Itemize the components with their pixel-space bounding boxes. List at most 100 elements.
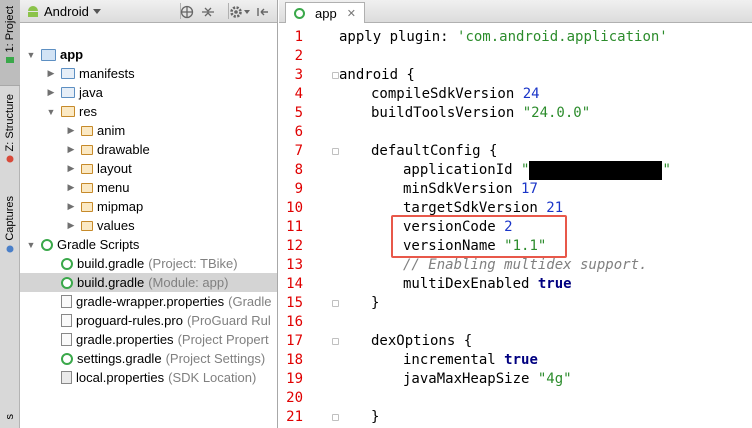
- tree-item[interactable]: gradle-wrapper.properties (Gradle: [20, 292, 277, 311]
- code-token: defaultConfig {: [371, 143, 498, 159]
- view-selector-dropdown[interactable]: Android: [26, 2, 101, 20]
- line-number: 15: [286, 295, 303, 311]
- folder-icon: [61, 87, 75, 98]
- captures-icon: [6, 245, 14, 253]
- bottom-tool-tab[interactable]: s: [0, 414, 20, 428]
- res-folder-icon: [81, 163, 93, 174]
- expand-arrow-icon[interactable]: ▼: [46, 107, 56, 117]
- tree-item[interactable]: ▼ app: [20, 45, 277, 64]
- code-line: }: [371, 408, 379, 427]
- res-folder-icon: [81, 144, 93, 155]
- editor-tab-label: app: [315, 5, 337, 21]
- tree-item[interactable]: ▶ mipmap: [20, 197, 277, 216]
- tree-item-label: manifests: [79, 66, 135, 81]
- tree-item-label: gradle.properties: [76, 332, 174, 347]
- line-number-gutter: 1 2 3 4 5 6 7 8 9 10 11 12 13 14 15 16 17 18 19 20 21: [279, 23, 339, 428]
- code-token: javaMaxHeapSize: [403, 371, 538, 387]
- tree-item[interactable]: ▶ values: [20, 216, 277, 235]
- gear-icon[interactable]: [229, 3, 251, 21]
- collapse-arrow-icon[interactable]: ▶: [66, 182, 76, 193]
- collapse-arrow-icon[interactable]: ▶: [66, 125, 76, 136]
- tree-item[interactable]: build.gradle (Project: TBike): [20, 254, 277, 273]
- gradle-icon: [294, 7, 305, 19]
- project-icon: [6, 57, 14, 64]
- code-string: ": [662, 162, 671, 178]
- code-token: }: [371, 295, 380, 311]
- hide-panel-icon[interactable]: [256, 3, 270, 21]
- line-number: 4: [294, 86, 303, 102]
- code-token: incremental: [403, 352, 505, 368]
- line-number: 8: [294, 162, 303, 178]
- highlight-annotation-box: [391, 215, 567, 258]
- tree-item[interactable]: ▼ Gradle Scripts: [20, 235, 277, 254]
- fold-marker-icon[interactable]: [332, 300, 339, 307]
- editor-tab-bar: app ✕: [279, 0, 752, 23]
- tree-item[interactable]: ▶ menu: [20, 178, 277, 197]
- collapse-arrow-icon[interactable]: ▶: [66, 201, 76, 212]
- tree-item[interactable]: ▶ layout: [20, 159, 277, 178]
- line-number: 13: [286, 257, 303, 273]
- collapse-arrow-icon[interactable]: ▶: [66, 163, 76, 174]
- chevron-down-icon: [92, 9, 101, 14]
- tree-item-label: gradle-wrapper.properties: [76, 294, 225, 309]
- project-tool-tab[interactable]: 1: Project: [0, 0, 20, 86]
- code-token: dexOptions {: [371, 333, 473, 349]
- tree-item-label: local.properties: [76, 370, 165, 385]
- fold-marker-icon[interactable]: [332, 338, 339, 345]
- tree-item[interactable]: local.properties (SDK Location): [20, 368, 277, 387]
- captures-tool-tab[interactable]: Captures: [0, 196, 20, 268]
- collapse-arrow-icon[interactable]: ▶: [46, 87, 56, 98]
- tree-item-hint: (Module: app): [148, 275, 229, 290]
- app-folder-icon: [41, 48, 56, 61]
- sdk-file-icon: [61, 371, 72, 384]
- bottom-tab-label: s: [4, 414, 16, 420]
- close-icon[interactable]: ✕: [347, 7, 356, 20]
- tree-item[interactable]: proguard-rules.pro (ProGuard Rul: [20, 311, 277, 330]
- line-number: 6: [294, 124, 303, 140]
- tree-item-label: Gradle Scripts: [57, 237, 140, 252]
- code-line: javaMaxHeapSize "4g": [403, 370, 572, 389]
- tree-item[interactable]: settings.gradle (Project Settings): [20, 349, 277, 368]
- editor-tab-app[interactable]: app ✕: [285, 2, 365, 23]
- fold-marker-icon[interactable]: [332, 148, 339, 155]
- target-icon[interactable]: [180, 3, 194, 21]
- fold-marker-icon[interactable]: [332, 414, 339, 421]
- line-number: 9: [294, 181, 303, 197]
- captures-tab-label: Captures: [4, 196, 16, 241]
- tree-item-hint: (Gradle: [228, 294, 272, 309]
- tree-item[interactable]: ▶ drawable: [20, 140, 277, 159]
- fold-marker-icon[interactable]: [332, 72, 339, 79]
- tree-item-label: res: [79, 104, 98, 119]
- tree-item[interactable]: ▼ res: [20, 102, 277, 121]
- tree-item[interactable]: ▶ manifests: [20, 64, 277, 83]
- tree-item-label: build.gradle: [77, 256, 145, 271]
- collapse-arrow-icon[interactable]: ▶: [46, 68, 56, 79]
- collapse-arrow-icon[interactable]: ▶: [66, 220, 76, 231]
- tree-item-hint: (Project Settings): [165, 351, 266, 366]
- collapse-icon[interactable]: [201, 3, 215, 21]
- tree-item[interactable]: build.gradle (Module: app): [20, 273, 277, 292]
- code-keyword: true: [504, 352, 538, 368]
- redacted-block: [529, 161, 663, 180]
- gradle-icon: [41, 238, 53, 251]
- line-number: 16: [286, 314, 303, 330]
- code-string: "24.0.0": [522, 105, 591, 121]
- line-number: 17: [286, 333, 303, 349]
- expand-arrow-icon[interactable]: ▼: [26, 240, 36, 250]
- tree-item[interactable]: ▶ java: [20, 83, 277, 102]
- tree-item[interactable]: gradle.properties (Project Propert: [20, 330, 277, 349]
- code-comment: // Enabling multidex support.: [403, 257, 648, 273]
- tree-item-hint: (Project Propert: [177, 332, 269, 347]
- collapse-arrow-icon[interactable]: ▶: [66, 144, 76, 155]
- tree-item-label: drawable: [97, 142, 150, 157]
- line-number: 11: [286, 219, 303, 235]
- expand-arrow-icon[interactable]: ▼: [26, 50, 36, 60]
- tree-item[interactable]: ▶ anim: [20, 121, 277, 140]
- res-folder-icon: [81, 220, 93, 231]
- structure-tool-tab[interactable]: Z: Structure: [0, 94, 20, 184]
